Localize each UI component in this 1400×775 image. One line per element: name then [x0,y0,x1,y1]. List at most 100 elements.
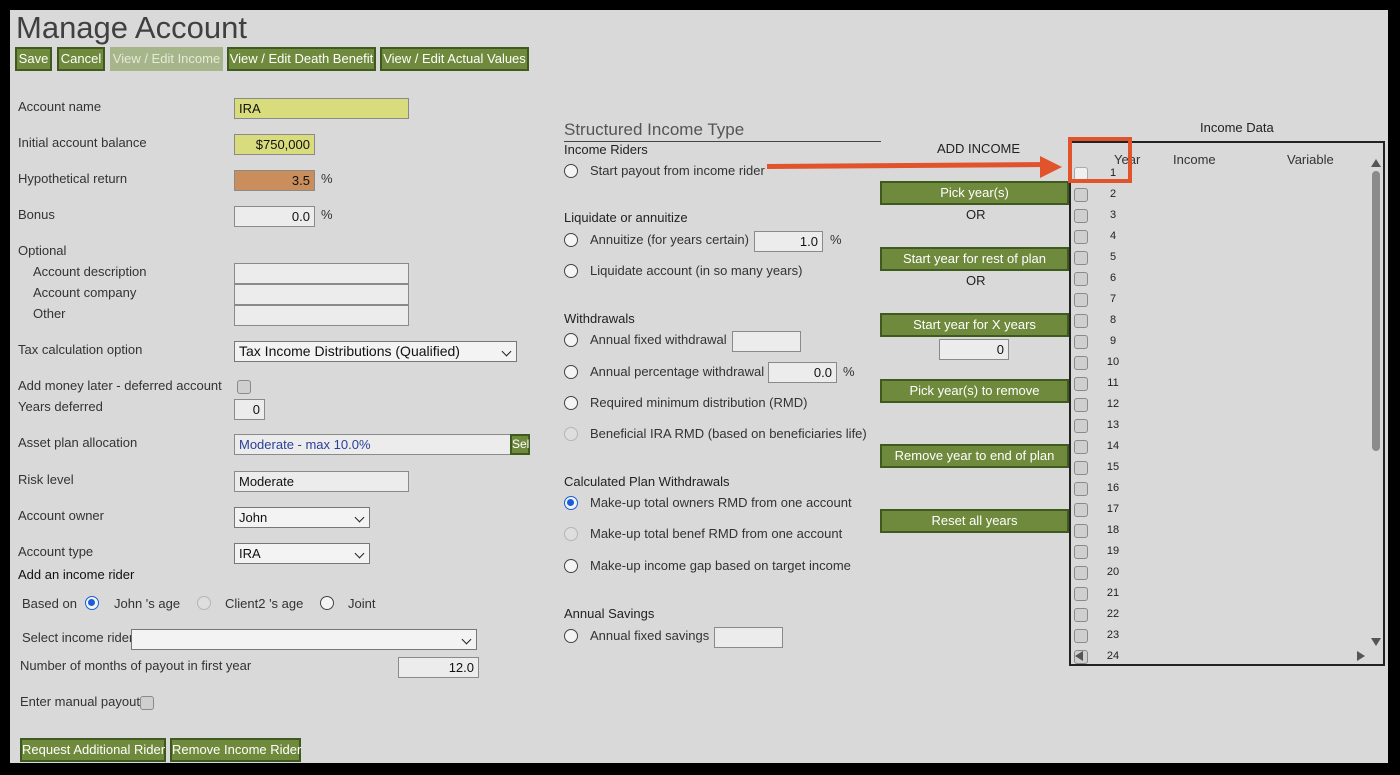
year-checkbox[interactable] [1074,524,1088,538]
based-on-client2-radio[interactable] [197,596,211,610]
pick-years-button[interactable]: Pick year(s) [880,181,1069,205]
hypothetical-return-input[interactable]: 3.5 [234,170,315,191]
based-on-john-radio[interactable] [85,596,99,610]
annuitize-radio[interactable] [564,233,578,247]
year-row[interactable]: 23 [1071,626,1371,647]
year-row[interactable]: 16 [1071,479,1371,500]
year-row[interactable]: 6 [1071,269,1371,290]
year-checkbox[interactable] [1074,356,1088,370]
year-row[interactable]: 19 [1071,542,1371,563]
year-checkbox[interactable] [1074,629,1088,643]
year-row[interactable]: 2 [1071,185,1371,206]
start-rest-button[interactable]: Start year for rest of plan [880,247,1069,271]
year-checkbox[interactable] [1074,272,1088,286]
rmd-radio[interactable] [564,396,578,410]
tax-option-select[interactable]: Tax Income Distributions (Qualified) [234,341,517,362]
annual-pct-radio[interactable] [564,365,578,379]
months-payout-input[interactable]: 12.0 [398,657,479,678]
account-owner-select[interactable]: John [234,507,370,528]
year-checkbox[interactable] [1074,251,1088,265]
based-on-joint-radio[interactable] [320,596,334,610]
beneficial-rmd-radio[interactable] [564,427,578,441]
annual-pct-input[interactable]: 0.0 [768,362,837,383]
year-checkbox[interactable] [1074,377,1088,391]
year-row[interactable]: 22 [1071,605,1371,626]
annual-savings-radio[interactable] [564,629,578,643]
liquidate-radio[interactable] [564,264,578,278]
request-rider-button[interactable]: Request Additional Rider [20,738,166,762]
year-checkbox[interactable] [1074,440,1088,454]
account-type-select[interactable]: IRA [234,543,370,564]
view-edit-death-benefit-button[interactable]: View / Edit Death Benefit [227,47,376,71]
reset-all-button[interactable]: Reset all years [880,509,1069,533]
add-money-checkbox[interactable] [237,380,251,394]
year-row[interactable]: 17 [1071,500,1371,521]
year-row[interactable]: 5 [1071,248,1371,269]
year-checkbox[interactable] [1074,398,1088,412]
account-description-input[interactable] [234,263,409,284]
year-row[interactable]: 9 [1071,332,1371,353]
pick-remove-button[interactable]: Pick year(s) to remove [880,379,1069,403]
year-row[interactable]: 11 [1071,374,1371,395]
annual-fixed-radio[interactable] [564,333,578,347]
year-checkbox[interactable] [1074,293,1088,307]
annual-savings-input[interactable] [714,627,783,648]
remove-end-button[interactable]: Remove year to end of plan [880,444,1069,468]
year-row[interactable]: 13 [1071,416,1371,437]
x-years-input[interactable]: 0 [939,339,1009,360]
makeup-gap-radio[interactable] [564,559,578,573]
scroll-up-icon[interactable] [1371,159,1381,167]
account-company-input[interactable] [234,284,409,305]
start-x-years-button[interactable]: Start year for X years [880,313,1069,337]
year-checkbox[interactable] [1074,587,1088,601]
bonus-input[interactable]: 0.0 [234,206,315,227]
annual-fixed-input[interactable] [732,331,801,352]
year-checkbox[interactable] [1074,335,1088,349]
annuitize-input[interactable]: 1.0 [754,231,823,252]
initial-balance-input[interactable]: $750,000 [234,134,315,155]
year-row[interactable]: 10 [1071,353,1371,374]
cancel-button[interactable]: Cancel [57,47,105,71]
year-row[interactable]: 14 [1071,437,1371,458]
year-checkbox[interactable] [1074,503,1088,517]
scroll-right-icon[interactable] [1357,651,1365,661]
risk-level-input[interactable]: Moderate [234,471,409,492]
remove-rider-button[interactable]: Remove Income Rider [170,738,301,762]
year-checkbox[interactable] [1074,188,1088,202]
year-checkbox[interactable] [1074,566,1088,580]
view-edit-actual-values-button[interactable]: View / Edit Actual Values [380,47,529,71]
asset-plan-input[interactable]: Moderate - max 10.0% [234,434,511,455]
makeup-benef-radio[interactable] [564,527,578,541]
scroll-down-icon[interactable] [1371,638,1381,646]
year-checkbox[interactable] [1074,461,1088,475]
year-row[interactable]: 3 [1071,206,1371,227]
year-row[interactable]: 8 [1071,311,1371,332]
view-edit-income-button[interactable]: View / Edit Income [110,47,223,71]
account-name-input[interactable]: IRA [234,98,409,119]
year-checkbox[interactable] [1074,419,1088,433]
year-row[interactable]: 12 [1071,395,1371,416]
year-checkbox[interactable] [1074,314,1088,328]
year-row[interactable]: 24 [1071,647,1371,664]
manual-payout-checkbox[interactable] [140,696,154,710]
year-checkbox[interactable] [1074,608,1088,622]
year-checkbox[interactable] [1074,209,1088,223]
year-row[interactable]: 4 [1071,227,1371,248]
asset-plan-select-button[interactable]: Sel [510,434,530,455]
vertical-scrollbar[interactable] [1372,171,1380,451]
income-rider-select[interactable] [131,629,477,650]
years-deferred-input[interactable]: 0 [234,399,265,420]
year-checkbox[interactable] [1074,230,1088,244]
start-payout-radio[interactable] [564,164,578,178]
scroll-left-icon[interactable] [1075,651,1083,661]
year-row[interactable]: 7 [1071,290,1371,311]
other-input[interactable] [234,305,409,326]
year-checkbox[interactable] [1074,545,1088,559]
save-button[interactable]: Save [15,47,52,71]
makeup-owner-radio[interactable] [564,496,578,510]
year-row[interactable]: 18 [1071,521,1371,542]
year-checkbox[interactable] [1074,482,1088,496]
year-row[interactable]: 20 [1071,563,1371,584]
year-row[interactable]: 15 [1071,458,1371,479]
year-row[interactable]: 21 [1071,584,1371,605]
